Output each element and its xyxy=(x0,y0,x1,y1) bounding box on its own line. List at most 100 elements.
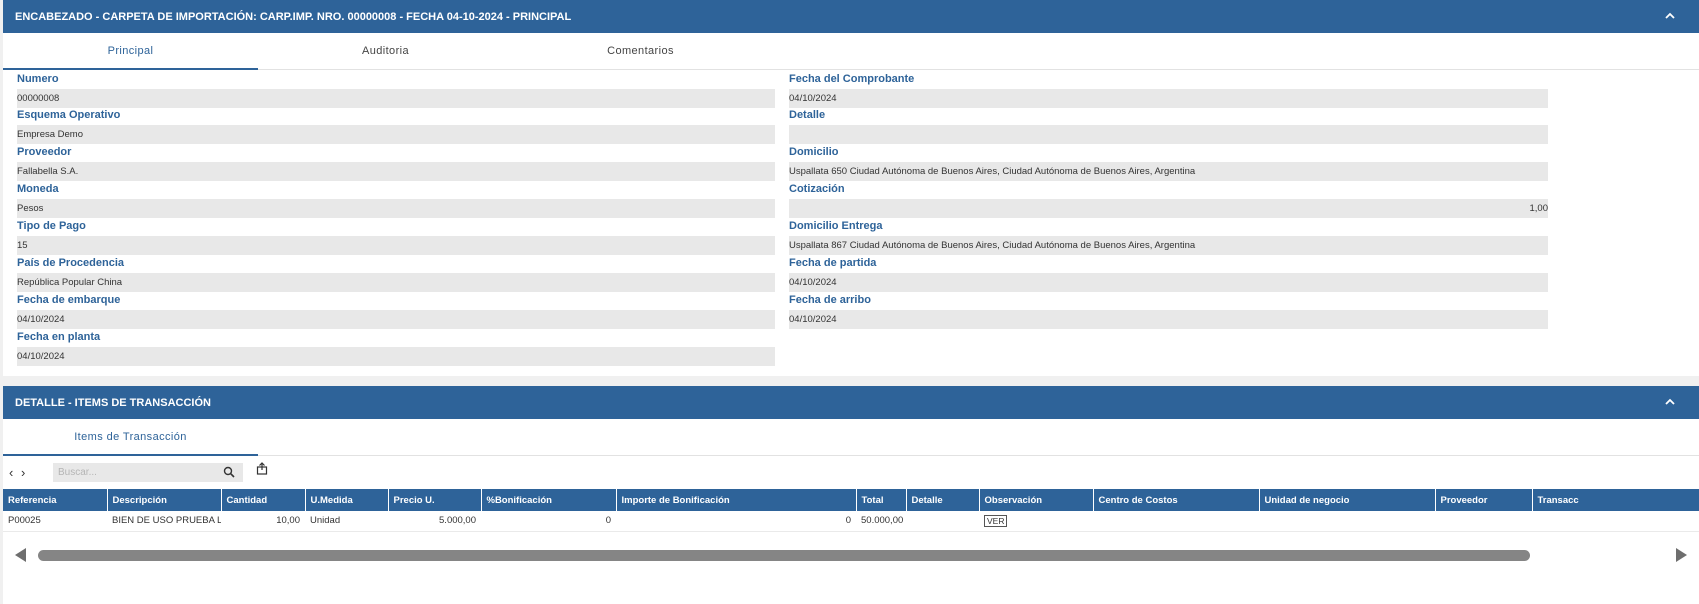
field-label: Esquema Operativo xyxy=(17,109,121,121)
chevron-right-icon[interactable]: › xyxy=(21,465,25,480)
field-domicilio-entrega: Domicilio Entrega Uspallata 867 Ciudad A… xyxy=(789,219,1548,255)
field-value-fecha-comprobante[interactable]: 04/10/2024 xyxy=(789,89,1548,108)
cell-precio: 5.000,00 xyxy=(388,511,481,532)
field-value-fecha-arribo[interactable]: 04/10/2024 xyxy=(789,310,1548,329)
header-panel: ENCABEZADO - CARPETA DE IMPORTACIÓN: CAR… xyxy=(3,0,1699,376)
field-value-esquema[interactable]: Empresa Demo xyxy=(17,125,775,144)
table-row[interactable]: P00025 BIEN DE USO PRUEBA LAC 10,00 Unid… xyxy=(3,511,1699,532)
col-observacion[interactable]: Observación xyxy=(979,489,1094,511)
field-value-proveedor[interactable]: Fallabella S.A. xyxy=(17,162,775,181)
field-label: Fecha en planta xyxy=(17,331,101,343)
cell-bonificacion: 0 xyxy=(481,511,616,532)
scroll-right-icon[interactable] xyxy=(1676,548,1687,562)
field-label: Tipo de Pago xyxy=(17,220,86,232)
field-numero: Numero 00000008 xyxy=(17,72,775,108)
col-precio[interactable]: Precio U. xyxy=(388,489,482,511)
col-centro-costos[interactable]: Centro de Costos xyxy=(1093,489,1260,511)
cell-umedida: Unidad xyxy=(305,511,388,532)
cell-transacc xyxy=(1532,511,1699,532)
field-label: Fecha de embarque xyxy=(17,294,121,306)
detail-tabs: Items de Transacción xyxy=(3,419,1699,456)
chevron-up-icon[interactable] xyxy=(1663,395,1677,409)
chevron-left-icon[interactable]: ‹ xyxy=(9,465,13,480)
search-box xyxy=(53,463,243,482)
field-value-cotizacion[interactable]: 1,00 xyxy=(789,199,1548,218)
field-fecha-arribo: Fecha de arribo 04/10/2024 xyxy=(789,293,1548,329)
col-unidad-negocio[interactable]: Unidad de negocio xyxy=(1259,489,1436,511)
field-proveedor: Proveedor Fallabella S.A. xyxy=(17,145,775,181)
tab-comentarios[interactable]: Comentarios xyxy=(513,33,768,70)
field-label: Domicilio xyxy=(789,146,839,158)
cell-proveedor xyxy=(1435,511,1532,532)
field-pais-procedencia: País de Procedencia República Popular Ch… xyxy=(17,256,775,292)
field-moneda: Moneda Pesos xyxy=(17,182,775,218)
cell-referencia: P00025 xyxy=(3,511,107,532)
field-fecha-planta: Fecha en planta 04/10/2024 xyxy=(17,330,775,366)
field-value-detalle[interactable] xyxy=(789,125,1548,144)
field-detalle: Detalle xyxy=(789,108,1548,144)
field-label: Cotización xyxy=(789,183,845,195)
field-label: Fecha del Comprobante xyxy=(789,73,915,85)
col-cantidad[interactable]: Cantidad xyxy=(221,489,306,511)
col-transacc[interactable]: Transacc xyxy=(1532,489,1699,511)
header-panel-title: ENCABEZADO - CARPETA DE IMPORTACIÓN: CAR… xyxy=(15,10,572,23)
cell-detalle xyxy=(906,511,979,532)
field-value-fecha-embarque[interactable]: 04/10/2024 xyxy=(17,310,775,329)
tab-principal[interactable]: Principal xyxy=(3,33,258,70)
field-fecha-comprobante: Fecha del Comprobante 04/10/2024 xyxy=(789,72,1548,108)
field-fecha-partida: Fecha de partida 04/10/2024 xyxy=(789,256,1548,292)
col-bonificacion[interactable]: %Bonificación xyxy=(481,489,617,511)
cell-importe-bonificacion: 0 xyxy=(616,511,856,532)
cell-observacion: VER xyxy=(979,511,1093,532)
detail-panel-titlebar[interactable]: DETALLE - ITEMS DE TRANSACCIÓN xyxy=(3,386,1699,419)
field-value-fecha-partida[interactable]: 04/10/2024 xyxy=(789,273,1548,292)
scrollbar-thumb[interactable] xyxy=(38,550,1530,561)
scroll-left-icon[interactable] xyxy=(15,548,26,562)
field-tipo-pago: Tipo de Pago 15 xyxy=(17,219,775,255)
col-descripcion[interactable]: Descripción xyxy=(107,489,222,511)
header-tabs: Principal Auditoria Comentarios xyxy=(3,33,1699,70)
field-value-numero[interactable]: 00000008 xyxy=(17,89,775,108)
field-value-tipo-pago[interactable]: 15 xyxy=(17,236,775,255)
field-value-domicilio-entrega[interactable]: Uspallata 867 Ciudad Autónoma de Buenos … xyxy=(789,236,1548,255)
tab-items-transaccion[interactable]: Items de Transacción xyxy=(3,419,258,456)
table-header-row: Referencia Descripción Cantidad U.Medida… xyxy=(3,489,1699,511)
field-fecha-embarque: Fecha de embarque 04/10/2024 xyxy=(17,293,775,329)
col-importe-bonificacion[interactable]: Importe de Bonificación xyxy=(616,489,857,511)
col-detalle[interactable]: Detalle xyxy=(906,489,980,511)
field-value-moneda[interactable]: Pesos xyxy=(17,199,775,218)
cell-cantidad: 10,00 xyxy=(221,511,305,532)
field-label: Fecha de arribo xyxy=(789,294,871,306)
field-cotizacion: Cotización 1,00 xyxy=(789,182,1548,218)
ver-button[interactable]: VER xyxy=(984,514,1008,527)
field-value-pais[interactable]: República Popular China xyxy=(17,273,775,292)
export-icon[interactable] xyxy=(256,462,268,475)
detail-panel-title: DETALLE - ITEMS DE TRANSACCIÓN xyxy=(15,396,211,409)
detail-panel: DETALLE - ITEMS DE TRANSACCIÓN Items de … xyxy=(3,386,1699,604)
cell-centro-costos xyxy=(1093,511,1259,532)
items-table: Referencia Descripción Cantidad U.Medida… xyxy=(3,489,1699,532)
header-panel-titlebar[interactable]: ENCABEZADO - CARPETA DE IMPORTACIÓN: CAR… xyxy=(3,0,1699,33)
col-referencia[interactable]: Referencia xyxy=(3,489,108,511)
field-label: Detalle xyxy=(789,109,826,121)
search-input[interactable] xyxy=(53,463,213,482)
field-domicilio: Domicilio Uspallata 650 Ciudad Autónoma … xyxy=(789,145,1548,181)
field-esquema-operativo: Esquema Operativo Empresa Demo xyxy=(17,108,775,144)
col-umedida[interactable]: U.Medida xyxy=(305,489,389,511)
tab-auditoria[interactable]: Auditoria xyxy=(258,33,513,70)
col-total[interactable]: Total xyxy=(856,489,907,511)
field-label: País de Procedencia xyxy=(17,257,124,269)
cell-total: 50.000,00 xyxy=(856,511,906,532)
field-value-fecha-planta[interactable]: 04/10/2024 xyxy=(17,347,775,366)
field-label: Moneda xyxy=(17,183,59,195)
cell-descripcion: BIEN DE USO PRUEBA LAC xyxy=(107,511,221,532)
horizontal-scrollbar[interactable] xyxy=(3,544,1699,564)
search-icon[interactable] xyxy=(223,466,235,478)
field-label: Fecha de partida xyxy=(789,257,877,269)
chevron-up-icon[interactable] xyxy=(1663,9,1677,23)
field-value-domicilio[interactable]: Uspallata 650 Ciudad Autónoma de Buenos … xyxy=(789,162,1548,181)
field-label: Numero xyxy=(17,73,59,85)
cell-unidad-negocio xyxy=(1259,511,1435,532)
grid-toolbar: ‹ › xyxy=(3,456,1699,489)
col-proveedor[interactable]: Proveedor xyxy=(1435,489,1533,511)
